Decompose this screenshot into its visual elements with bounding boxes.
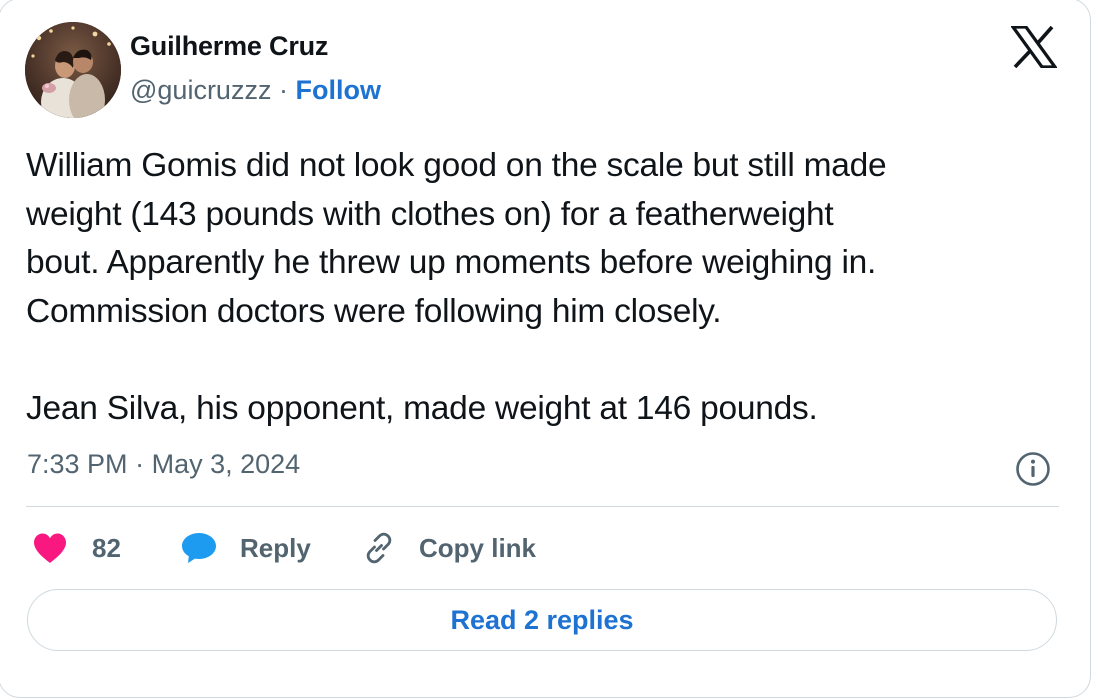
tweet-text: William Gomis did not look good on the s…: [26, 142, 1071, 433]
tweet-date[interactable]: May 3, 2024: [152, 449, 301, 479]
tweet-card: Guilherme Cruz @guicruzzz · Follow Willi…: [0, 0, 1091, 698]
author-meta: @guicruzzz · Follow: [130, 75, 381, 106]
tweet-time[interactable]: 7:33 PM: [27, 449, 128, 479]
author-name[interactable]: Guilherme Cruz: [130, 31, 328, 62]
tweet-timestamp: 7:33 PM · May 3, 2024: [27, 449, 300, 480]
tweet-text-line: Commission doctors were following him cl…: [26, 292, 722, 330]
like-count: 82: [92, 532, 121, 563]
reply-button[interactable]: Reply: [180, 527, 311, 569]
divider: [26, 506, 1059, 507]
timestamp-separator: ·: [135, 449, 145, 479]
heart-icon: [34, 533, 66, 563]
link-icon: [366, 532, 392, 564]
info-icon[interactable]: [1015, 451, 1051, 487]
copy-link-button[interactable]: Copy link: [361, 527, 536, 569]
x-logo-icon[interactable]: [1009, 25, 1059, 69]
like-button[interactable]: 82: [32, 527, 121, 569]
avatar[interactable]: [25, 22, 121, 118]
tweet-text-line: weight (143 pounds with clothes on) for …: [26, 195, 834, 233]
author-handle[interactable]: @guicruzzz: [130, 75, 271, 105]
tweet-text-line: bout. Apparently he threw up moments bef…: [26, 244, 877, 281]
tweet-text-line: Jean Silva, his opponent, made weight at…: [26, 389, 818, 427]
follow-button[interactable]: Follow: [295, 75, 380, 105]
meta-separator: ·: [278, 75, 288, 105]
read-replies-button[interactable]: Read 2 replies: [27, 589, 1057, 651]
reply-label: Reply: [240, 532, 311, 563]
speech-bubble-icon: [182, 533, 216, 563]
copy-link-label: Copy link: [419, 532, 537, 563]
tweet-text-line: William Gomis did not look good on the s…: [26, 147, 887, 184]
